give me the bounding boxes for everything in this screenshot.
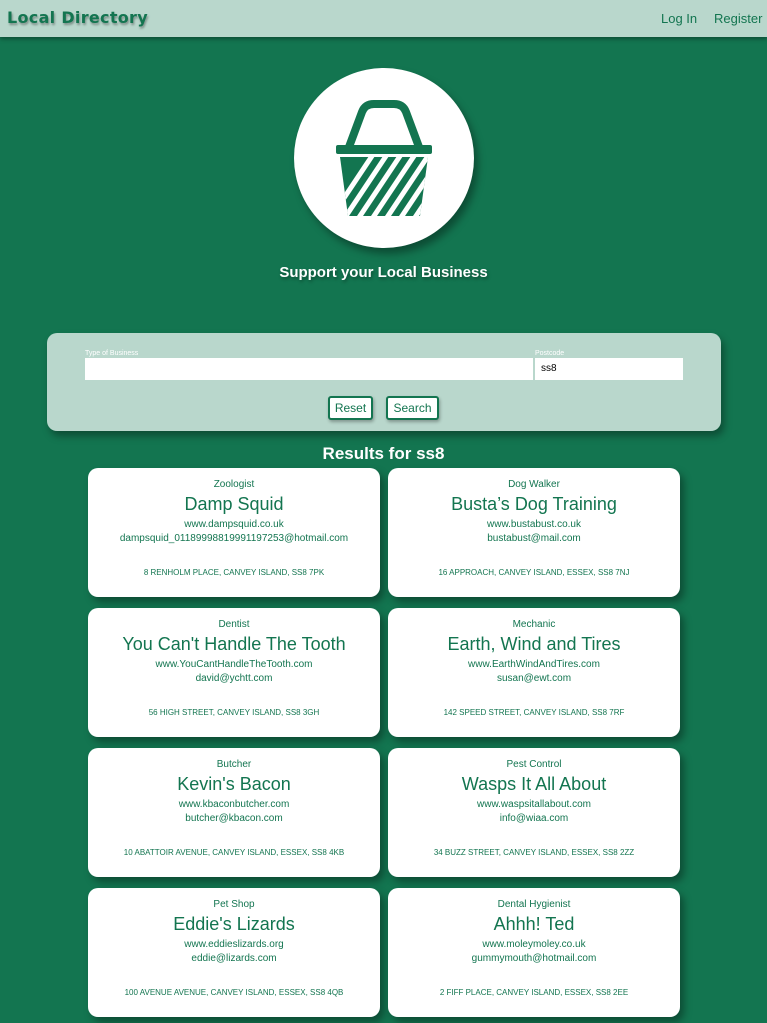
- business-category: Mechanic: [512, 619, 556, 630]
- search-button[interactable]: Search: [386, 396, 439, 420]
- business-name: Earth, Wind and Tires: [447, 634, 621, 654]
- business-category: Zoologist: [213, 479, 255, 490]
- business-website: www.moleymoley.co.uk: [482, 939, 586, 950]
- business-card[interactable]: Butcher Kevin's Bacon www.kbaconbutcher.…: [88, 748, 380, 877]
- business-email: gummymouth@hotmail.com: [471, 953, 597, 964]
- business-website: www.dampsquid.co.uk: [184, 519, 284, 530]
- search-panel: Type of Business Postcode ss8 Reset Sear…: [47, 333, 721, 431]
- postcode-label: Postcode: [535, 350, 565, 357]
- business-website: www.kbaconbutcher.com: [178, 799, 290, 810]
- business-address: 100 AVENUE AVENUE, CANVEY ISLAND, ESSEX,…: [124, 988, 344, 997]
- business-card[interactable]: Pet Shop Eddie's Lizards www.eddieslizar…: [88, 888, 380, 1017]
- results-title: Results for ss8: [322, 444, 445, 463]
- business-name: Busta’s Dog Training: [451, 494, 617, 514]
- business-address: 56 HIGH STREET, CANVEY ISLAND, SS8 3GH: [148, 708, 320, 717]
- business-email: susan@ewt.com: [496, 673, 572, 684]
- business-name: Damp Squid: [184, 494, 284, 514]
- business-website: www.YouCantHandleTheTooth.com: [155, 659, 313, 670]
- business-name: You Can't Handle The Tooth: [122, 634, 346, 654]
- business-type-label: Type of Business: [85, 350, 139, 357]
- brand-logo-text[interactable]: Local Directory: [7, 8, 148, 27]
- business-name: Eddie's Lizards: [173, 914, 295, 934]
- business-category: Dog Walker: [508, 479, 560, 490]
- business-card[interactable]: Dental Hygienist Ahhh! Ted www.moleymole…: [388, 888, 680, 1017]
- reset-button[interactable]: Reset: [328, 396, 373, 420]
- business-category: Dentist: [218, 619, 250, 630]
- business-website: www.waspsitallabout.com: [477, 799, 591, 810]
- business-category: Pet Shop: [213, 899, 255, 910]
- business-card[interactable]: Dentist You Can't Handle The Tooth www.Y…: [88, 608, 380, 737]
- business-email: bustabust@mail.com: [487, 533, 581, 544]
- business-website: www.eddieslizards.org: [184, 939, 284, 950]
- hero-logo: [294, 68, 474, 248]
- shopping-basket-icon: [336, 100, 432, 216]
- business-email: eddie@lizards.com: [191, 953, 277, 964]
- business-category: Butcher: [216, 759, 252, 770]
- business-category: Pest Control: [506, 759, 562, 770]
- business-card[interactable]: Mechanic Earth, Wind and Tires www.Earth…: [388, 608, 680, 737]
- login-link[interactable]: Log In: [661, 11, 697, 26]
- business-name: Ahhh! Ted: [493, 914, 575, 934]
- business-address: 16 APPROACH, CANVEY ISLAND, ESSEX, SS8 7…: [438, 568, 630, 577]
- business-name: Kevin's Bacon: [177, 774, 291, 794]
- register-link[interactable]: Register: [714, 11, 762, 26]
- tagline: Support your Local Business: [279, 264, 488, 281]
- business-type-input[interactable]: [85, 358, 533, 380]
- business-email: dampsquid_01189998819991197253@hotmail.c…: [119, 533, 349, 544]
- business-card[interactable]: Pest Control Wasps It All About www.wasp…: [388, 748, 680, 877]
- business-address: 10 ABATTOIR AVENUE, CANVEY ISLAND, ESSEX…: [123, 848, 345, 857]
- business-email: david@ychtt.com: [195, 673, 273, 684]
- business-address: 2 FIFF PLACE, CANVEY ISLAND, ESSEX, SS8 …: [439, 988, 629, 997]
- business-address: 142 SPEED STREET, CANVEY ISLAND, SS8 7RF: [443, 708, 625, 717]
- navbar: Local Directory Log In Register: [0, 0, 767, 37]
- business-email: butcher@kbacon.com: [185, 813, 283, 824]
- business-email: info@wiaa.com: [499, 813, 569, 824]
- business-address: 34 BUZZ STREET, CANVEY ISLAND, ESSEX, SS…: [433, 848, 635, 857]
- business-name: Wasps It All About: [461, 774, 607, 794]
- business-card[interactable]: Dog Walker Busta’s Dog Training www.bust…: [388, 468, 680, 597]
- business-category: Dental Hygienist: [497, 899, 571, 910]
- business-website: www.bustabust.co.uk: [487, 519, 581, 530]
- postcode-input[interactable]: ss8: [535, 358, 683, 380]
- business-card[interactable]: Zoologist Damp Squid www.dampsquid.co.uk…: [88, 468, 380, 597]
- business-address: 8 RENHOLM PLACE, CANVEY ISLAND, SS8 7PK: [143, 568, 325, 577]
- business-website: www.EarthWindAndTires.com: [468, 659, 600, 670]
